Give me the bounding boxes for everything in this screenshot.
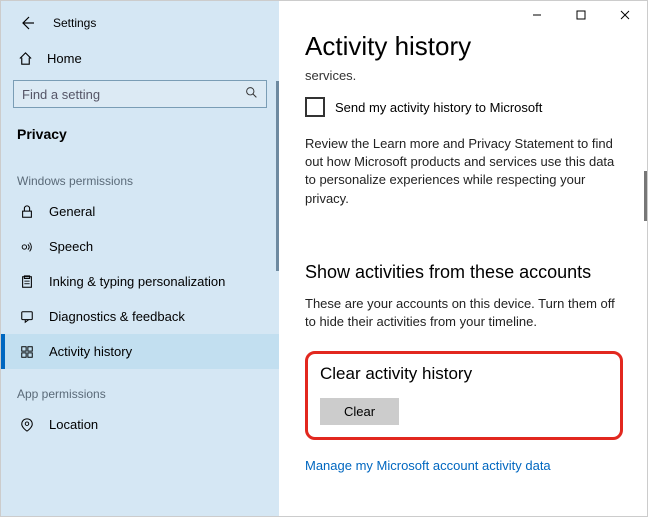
lock-icon	[19, 205, 35, 219]
sidebar-item-location[interactable]: Location	[1, 407, 279, 442]
send-history-option[interactable]: Send my activity history to Microsoft	[305, 97, 623, 117]
history-icon	[19, 345, 35, 359]
content-area: Activity history services. Send my activ…	[279, 1, 647, 516]
clear-button[interactable]: Clear	[320, 398, 399, 425]
maximize-button[interactable]	[559, 1, 603, 29]
page-title: Activity history	[305, 31, 623, 62]
location-icon	[19, 418, 35, 432]
minimize-button[interactable]	[515, 1, 559, 29]
sidebar-item-inking[interactable]: Inking & typing personalization	[1, 264, 279, 299]
feedback-icon	[19, 310, 35, 324]
manage-account-link[interactable]: Manage my Microsoft account activity dat…	[305, 458, 551, 473]
home-nav[interactable]: Home	[1, 41, 279, 76]
review-paragraph: Review the Learn more and Privacy Statem…	[305, 135, 623, 208]
show-activities-text: These are your accounts on this device. …	[305, 295, 623, 331]
sidebar-item-label: Speech	[49, 239, 93, 254]
checkbox-label: Send my activity history to Microsoft	[335, 100, 542, 115]
section-label-app-permissions: App permissions	[1, 369, 279, 407]
sidebar-item-diagnostics[interactable]: Diagnostics & feedback	[1, 299, 279, 334]
search-icon	[245, 86, 258, 102]
sidebar-item-activity-history[interactable]: Activity history	[1, 334, 279, 369]
sidebar-item-label: Diagnostics & feedback	[49, 309, 185, 324]
close-button[interactable]	[603, 1, 647, 29]
sidebar-item-label: Inking & typing personalization	[49, 274, 225, 289]
truncated-text: services.	[305, 68, 623, 83]
search-input[interactable]	[22, 87, 245, 102]
clipboard-icon	[19, 275, 35, 289]
speech-icon	[19, 240, 35, 254]
sidebar-item-label: Location	[49, 417, 98, 432]
home-icon	[17, 51, 33, 66]
section-label-windows-permissions: Windows permissions	[1, 156, 279, 194]
search-box[interactable]	[13, 80, 267, 108]
home-label: Home	[47, 51, 82, 66]
content-scrollbar[interactable]	[644, 171, 647, 221]
sidebar: Settings Home Privacy Windows permission…	[1, 1, 279, 516]
checkbox-icon[interactable]	[305, 97, 325, 117]
sidebar-item-general[interactable]: General	[1, 194, 279, 229]
clear-history-region: Clear activity history Clear	[305, 351, 623, 440]
back-button[interactable]	[15, 11, 39, 35]
app-title: Settings	[53, 16, 96, 30]
current-section-label: Privacy	[1, 118, 279, 156]
sidebar-item-label: Activity history	[49, 344, 132, 359]
clear-history-heading: Clear activity history	[320, 364, 608, 384]
sidebar-item-label: General	[49, 204, 95, 219]
sidebar-item-speech[interactable]: Speech	[1, 229, 279, 264]
show-activities-heading: Show activities from these accounts	[305, 262, 623, 283]
